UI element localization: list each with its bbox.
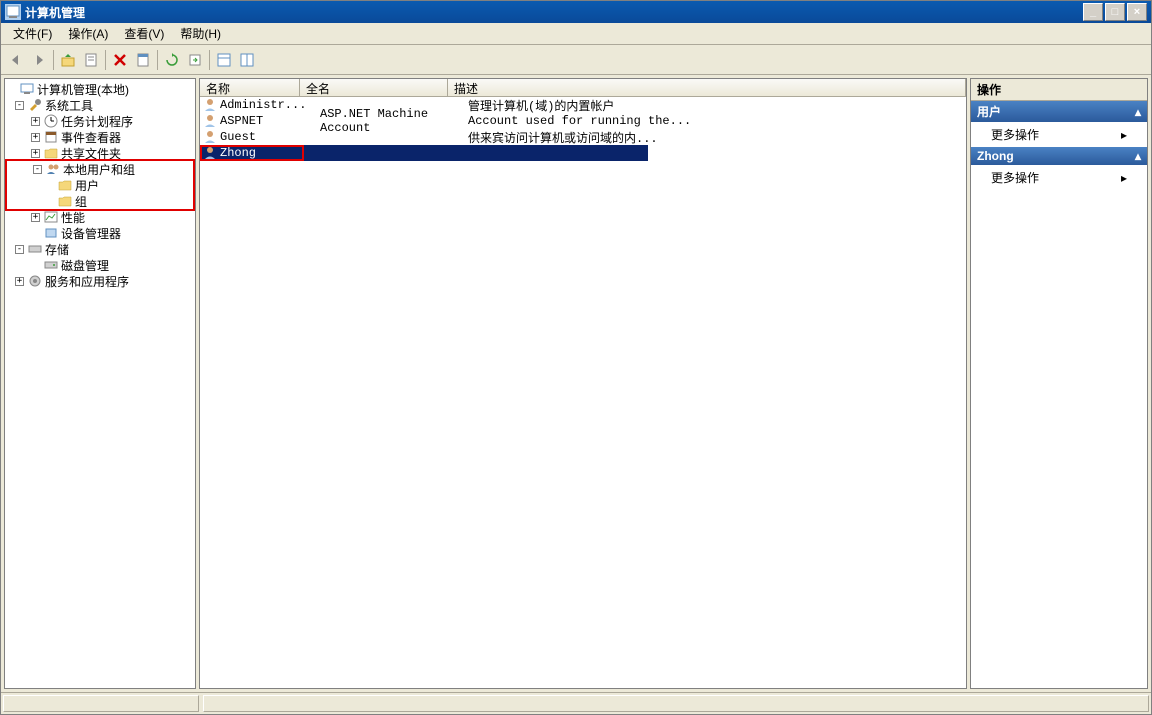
tools-icon <box>27 98 43 112</box>
expand-icon[interactable]: + <box>31 213 40 222</box>
tree-users[interactable]: 用户 <box>7 177 193 193</box>
list-panel: 名称 全名 描述 Administr... 管理计算机(域)的内置帐户 ASPN… <box>199 78 967 689</box>
clock-icon <box>43 114 59 128</box>
tree-system-tools[interactable]: - 系统工具 <box>5 97 195 113</box>
actions-panel: 操作 用户 ▴ 更多操作 ▸ Zhong ▴ 更多操作 ▸ <box>970 78 1148 689</box>
main-window: 计算机管理 _ □ × 文件(F) 操作(A) 查看(V) 帮助(H) <box>0 0 1152 715</box>
list-body[interactable]: Administr... 管理计算机(域)的内置帐户 ASPNET ASP.NE… <box>200 97 966 688</box>
properties2-button[interactable] <box>132 49 154 71</box>
collapse-icon[interactable]: - <box>33 165 42 174</box>
tree-performance[interactable]: + 性能 <box>5 209 195 225</box>
properties-button[interactable] <box>80 49 102 71</box>
user-row[interactable]: Administr... 管理计算机(域)的内置帐户 <box>200 97 966 113</box>
back-button[interactable] <box>5 49 27 71</box>
tree-storage[interactable]: - 存储 <box>5 241 195 257</box>
expand-icon[interactable]: + <box>31 117 40 126</box>
titlebar: 计算机管理 _ □ × <box>1 1 1151 23</box>
list-header: 名称 全名 描述 <box>200 79 966 97</box>
column-fullname[interactable]: 全名 <box>300 79 448 96</box>
menu-view[interactable]: 查看(V) <box>116 23 172 44</box>
chevron-up-icon: ▴ <box>1135 105 1141 119</box>
export-button[interactable] <box>184 49 206 71</box>
chevron-right-icon: ▸ <box>1121 171 1127 185</box>
user-row-selected[interactable]: Zhong <box>200 145 648 161</box>
menu-help[interactable]: 帮助(H) <box>172 23 229 44</box>
tree-task-scheduler[interactable]: + 任务计划程序 <box>5 113 195 129</box>
statusbar <box>1 692 1151 714</box>
collapse-icon[interactable]: - <box>15 245 24 254</box>
user-row[interactable]: ASPNET ASP.NET Machine Account Account u… <box>200 113 966 129</box>
up-button[interactable] <box>57 49 79 71</box>
app-icon <box>5 4 21 20</box>
device-icon <box>43 226 59 240</box>
tree-root[interactable]: 计算机管理(本地) <box>5 81 195 97</box>
performance-icon <box>43 210 59 224</box>
toolbar <box>1 45 1151 75</box>
services-icon <box>27 274 43 288</box>
user-icon <box>202 98 218 112</box>
collapse-icon[interactable]: - <box>15 101 24 110</box>
folder-icon <box>57 178 73 192</box>
disk-icon <box>43 258 59 272</box>
column-name[interactable]: 名称 <box>200 79 300 96</box>
minimize-button[interactable]: _ <box>1083 3 1103 21</box>
menu-action[interactable]: 操作(A) <box>60 23 116 44</box>
event-icon <box>43 130 59 144</box>
column-desc[interactable]: 描述 <box>448 79 966 96</box>
highlight-local-users: - 本地用户和组 用户 组 <box>5 159 195 211</box>
maximize-button[interactable]: □ <box>1105 3 1125 21</box>
actions-section-users[interactable]: 用户 ▴ <box>971 101 1147 122</box>
expand-icon[interactable]: + <box>31 133 40 142</box>
tree-disk-management[interactable]: 磁盘管理 <box>5 257 195 273</box>
users-groups-icon <box>45 162 61 176</box>
close-button[interactable]: × <box>1127 3 1147 21</box>
tree-groups[interactable]: 组 <box>7 193 193 209</box>
actions-title: 操作 <box>971 79 1147 101</box>
chevron-right-icon: ▸ <box>1121 128 1127 142</box>
user-icon <box>202 114 218 128</box>
expand-icon[interactable]: + <box>31 149 40 158</box>
folder-icon <box>57 194 73 208</box>
tree-event-viewer[interactable]: + 事件查看器 <box>5 129 195 145</box>
tree-device-manager[interactable]: 设备管理器 <box>5 225 195 241</box>
menu-file[interactable]: 文件(F) <box>5 23 60 44</box>
actions-section-zhong[interactable]: Zhong ▴ <box>971 147 1147 165</box>
view2-button[interactable] <box>236 49 258 71</box>
user-icon <box>202 146 218 160</box>
chevron-up-icon: ▴ <box>1135 149 1141 163</box>
status-cell <box>3 695 199 712</box>
view1-button[interactable] <box>213 49 235 71</box>
expand-icon[interactable]: + <box>15 277 24 286</box>
action-more-zhong[interactable]: 更多操作 ▸ <box>971 165 1147 190</box>
delete-button[interactable] <box>109 49 131 71</box>
user-icon <box>202 130 218 144</box>
computer-icon <box>19 82 35 96</box>
tree-services-apps[interactable]: + 服务和应用程序 <box>5 273 195 289</box>
forward-button[interactable] <box>28 49 50 71</box>
content-area: 计算机管理(本地) - 系统工具 + 任务计划程序 + 事件查看器 + 共享文件… <box>1 75 1151 692</box>
tree-local-users-groups[interactable]: - 本地用户和组 <box>7 161 193 177</box>
shared-folder-icon <box>43 146 59 160</box>
menubar: 文件(F) 操作(A) 查看(V) 帮助(H) <box>1 23 1151 45</box>
action-more-users[interactable]: 更多操作 ▸ <box>971 122 1147 147</box>
user-row[interactable]: Guest 供来宾访问计算机或访问域的内... <box>200 129 966 145</box>
status-cell <box>203 695 1149 712</box>
refresh-button[interactable] <box>161 49 183 71</box>
window-title: 计算机管理 <box>25 4 85 21</box>
tree-panel[interactable]: 计算机管理(本地) - 系统工具 + 任务计划程序 + 事件查看器 + 共享文件… <box>4 78 196 689</box>
storage-icon <box>27 242 43 256</box>
